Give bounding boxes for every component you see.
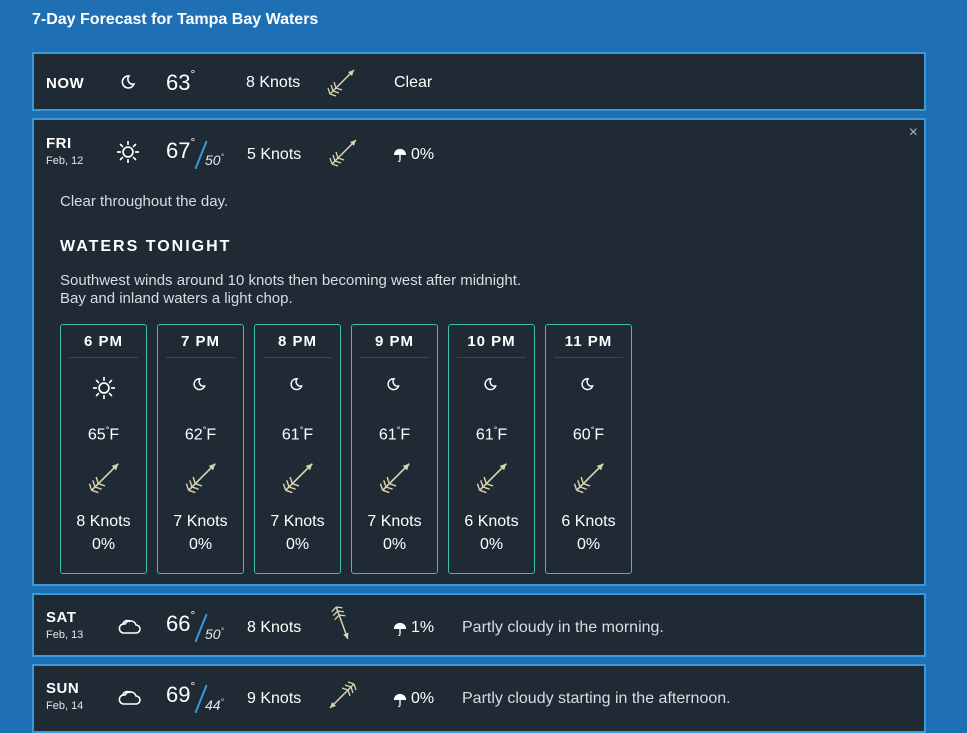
- hour-temperature: 61°F: [378, 425, 411, 444]
- hour-label: 11 PM: [554, 333, 623, 358]
- hour-precip: 0%: [479, 536, 504, 553]
- day-label: SAT: [46, 609, 77, 626]
- waters-tonight-heading: WATERS TONIGHT: [60, 238, 232, 255]
- precip-chance: 0%: [411, 146, 435, 163]
- high-temperature: 66°: [166, 607, 196, 636]
- hourly-card: 10 PM 61°F 6 Knots 0%: [448, 324, 535, 574]
- day-date: Feb, 14: [46, 700, 84, 712]
- hourly-card: 6 PM 65°F 8 Knots 0%: [60, 324, 147, 574]
- low-temperature: 44°: [205, 697, 224, 713]
- hour-temperature: 61°F: [281, 425, 314, 444]
- hourly-card: 9 PM 61°F 7 Knots 0%: [351, 324, 438, 574]
- waters-line-1: Southwest winds around 10 knots then bec…: [60, 272, 522, 289]
- moon-icon: [580, 378, 593, 391]
- partly-cloudy-icon: [118, 619, 141, 634]
- precip-chance: 0%: [411, 690, 435, 707]
- high-temperature: 69°: [166, 678, 196, 707]
- sun-icon: [92, 376, 115, 400]
- high-temperature: 67°: [166, 134, 196, 163]
- wind-direction-arrow-icon: [88, 462, 120, 494]
- hour-wind: 7 Knots: [173, 513, 228, 530]
- now-label: NOW: [46, 75, 85, 92]
- hourly-card: 8 PM 61°F 7 Knots 0%: [254, 324, 341, 574]
- sunday-card[interactable]: SUN Feb, 14 69° 44° 9 Knots 0% Partly cl…: [32, 664, 926, 733]
- hour-wind: 6 Knots: [464, 513, 519, 530]
- hour-precip: 0%: [382, 536, 407, 553]
- saturday-card[interactable]: SAT Feb, 13 66° 50° 8 Knots 1% Partly cl…: [32, 593, 926, 657]
- sun-icon: [117, 141, 139, 163]
- wind-direction-arrow-icon: [323, 603, 360, 640]
- umbrella-icon: [393, 148, 407, 162]
- close-icon[interactable]: ×: [909, 124, 918, 142]
- wind-direction-arrow-icon: [185, 462, 217, 494]
- hour-precip: 0%: [285, 536, 310, 553]
- wind-direction-arrow-icon: [476, 462, 508, 494]
- low-temperature: 50°: [205, 152, 224, 168]
- moon-icon: [386, 378, 399, 391]
- moon-icon: [121, 75, 135, 89]
- hour-precip: 0%: [576, 536, 601, 553]
- hour-temperature: 60°F: [572, 425, 605, 444]
- moon-icon: [289, 378, 302, 391]
- hour-temperature: 65°F: [87, 425, 120, 444]
- now-card[interactable]: NOW 63° 8 Knots Clear: [32, 52, 926, 111]
- page-title: 7-Day Forecast for Tampa Bay Waters: [32, 11, 319, 28]
- day-summary: Partly cloudy in the morning.: [462, 619, 664, 636]
- day-wind: 5 Knots: [247, 146, 302, 163]
- partly-cloudy-icon: [118, 690, 141, 705]
- hour-label: 10 PM: [457, 333, 526, 358]
- hour-precip: 0%: [188, 536, 213, 553]
- umbrella-icon: [393, 622, 407, 636]
- friday-card[interactable]: FRI Feb, 12 67° 50° 5 Knots 0% × Clear t…: [32, 118, 926, 586]
- day-label: SUN: [46, 680, 80, 697]
- umbrella-icon: [393, 693, 407, 707]
- precip-chance: 1%: [411, 619, 435, 636]
- wind-direction-arrow-icon: [379, 462, 411, 494]
- now-temperature: 63°: [166, 66, 196, 95]
- hour-wind: 8 Knots: [76, 513, 131, 530]
- hour-temperature: 61°F: [475, 425, 508, 444]
- wind-direction-arrow-icon: [327, 69, 355, 97]
- moon-icon: [483, 378, 496, 391]
- wind-direction-arrow-icon: [329, 681, 357, 709]
- day-date: Feb, 12: [46, 155, 84, 167]
- hour-precip: 0%: [91, 536, 116, 553]
- day-date: Feb, 13: [46, 629, 84, 641]
- wind-direction-arrow-icon: [282, 462, 314, 494]
- day-label: FRI: [46, 135, 72, 152]
- hour-label: 7 PM: [166, 333, 235, 358]
- moon-icon: [192, 378, 205, 391]
- hour-label: 8 PM: [263, 333, 332, 358]
- day-summary: Partly cloudy starting in the afternoon.: [462, 690, 731, 707]
- hour-temperature: 62°F: [184, 425, 217, 444]
- day-wind: 8 Knots: [247, 619, 302, 636]
- hourly-card: 7 PM 62°F 7 Knots 0%: [157, 324, 244, 574]
- wind-direction-arrow-icon: [329, 139, 357, 167]
- hour-label: 6 PM: [69, 333, 138, 358]
- hour-label: 9 PM: [360, 333, 429, 358]
- low-temperature: 50°: [205, 626, 224, 642]
- hour-wind: 7 Knots: [367, 513, 422, 530]
- now-wind: 8 Knots: [246, 74, 301, 91]
- day-wind: 9 Knots: [247, 690, 302, 707]
- wind-direction-arrow-icon: [573, 462, 605, 494]
- waters-line-2: Bay and inland waters a light chop.: [60, 290, 293, 307]
- hourly-card: 11 PM 60°F 6 Knots 0%: [545, 324, 632, 574]
- hour-wind: 6 Knots: [561, 513, 616, 530]
- day-summary: Clear throughout the day.: [60, 193, 229, 210]
- hour-wind: 7 Knots: [270, 513, 325, 530]
- now-condition: Clear: [394, 74, 433, 91]
